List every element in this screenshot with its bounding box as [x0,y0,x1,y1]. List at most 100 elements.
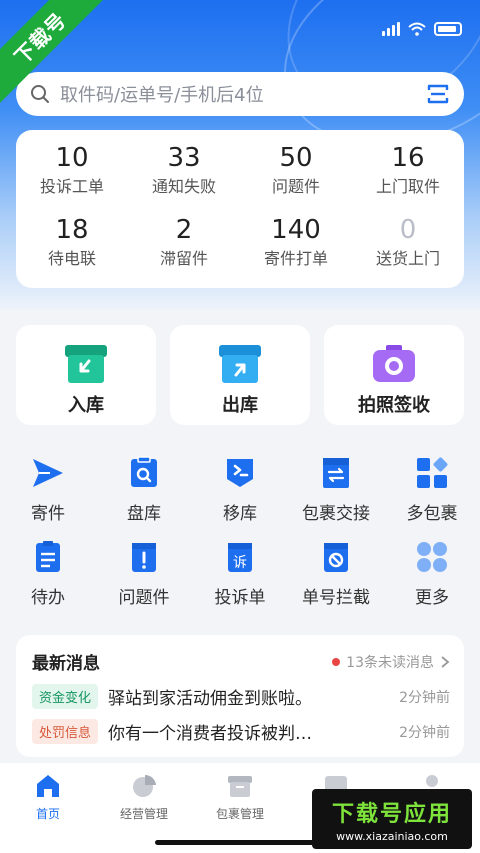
complaint-icon: 诉 [228,543,252,572]
tab-label: 包裹管理 [215,807,264,821]
function-grid: 寄件 盘库 移库 包裹交接 多包裹 待办 问题件 诉 投诉单 单号拦截 更多 [0,455,480,617]
grid-label: 投诉单 [214,588,266,608]
news-tag: 处罚信息 [32,719,99,744]
status-bar [382,22,462,36]
news-panel: 最新消息 13条未读消息 资金变化 驿站到家活动佣金到账啦。 2分钟前 处罚信息… [16,635,464,757]
stat-stranded[interactable]: 2 滞留件 [128,212,240,284]
news-tag: 资金变化 [32,684,99,709]
news-text: 你有一个消费者投诉被判… [108,724,313,744]
intercept-button[interactable]: 单号拦截 [288,539,384,617]
inbound-box-icon [65,345,107,383]
tab-label: 首页 [35,807,60,821]
grid-label: 单号拦截 [302,588,370,608]
outbound-button[interactable]: 出库 [170,325,310,425]
stat-label: 问题件 [271,177,320,196]
stat-value: 2 [175,215,193,245]
problem-parcel-button[interactable]: 问题件 [96,539,192,617]
stat-value: 10 [55,143,89,173]
stat-label: 上门取件 [375,177,440,196]
scan-icon[interactable] [426,82,450,106]
grid-label: 寄件 [31,504,65,524]
search-bar[interactable]: 取件码/运单号/手机后4位 [16,72,464,116]
signal-icon [382,22,400,36]
news-item[interactable]: 处罚信息 你有一个消费者投诉被判… 2分钟前 [32,719,450,744]
svg-text:诉: 诉 [233,555,247,571]
grid-label: 待办 [31,588,65,608]
intercept-icon [324,543,348,572]
unread-dot-icon [332,657,341,666]
complaint-button[interactable]: 诉 投诉单 [192,539,288,617]
stat-door-pickup[interactable]: 16 上门取件 [352,140,464,212]
watermark-logo: 下载号应用 www.xiazainiao.com [312,789,472,849]
primary-actions: 入库 出库 拍照签收 [16,325,464,425]
stat-label: 滞留件 [159,249,208,268]
home-icon [37,775,59,797]
grid-label: 移库 [223,504,257,524]
news-item[interactable]: 资金变化 驿站到家活动佣金到账啦。 2分钟前 [32,684,450,709]
stat-value: 0 [399,215,417,245]
stat-notify-failed[interactable]: 33 通知失败 [128,140,240,212]
more-button[interactable]: 更多 [384,539,480,617]
news-title: 最新消息 [32,654,100,674]
tab-home[interactable]: 首页 [0,773,96,853]
inventory-button[interactable]: 盘库 [96,455,192,539]
wifi-icon [408,22,426,36]
news-header: 最新消息 13条未读消息 [32,649,450,674]
unread-count: 13条未读消息 [346,654,434,671]
stat-label: 投诉工单 [39,177,104,196]
stat-complaint-orders[interactable]: 10 投诉工单 [16,140,128,212]
inventory-icon [131,456,157,487]
send-button[interactable]: 寄件 [0,455,96,539]
watermark-url: www.xiazainiao.com [336,829,448,843]
handover-button[interactable]: 包裹交接 [288,455,384,539]
stat-value: 33 [167,143,201,173]
stat-label: 寄件打单 [263,249,328,268]
move-icon [227,459,253,487]
handover-icon [323,458,349,488]
stat-value: 18 [55,215,89,245]
home-indicator [155,840,325,845]
package-icon [228,776,252,797]
inbound-label: 入库 [68,395,104,416]
search-input[interactable]: 取件码/运单号/手机后4位 [60,81,426,107]
photo-sign-label: 拍照签收 [358,395,430,416]
stat-pending-call[interactable]: 18 待电联 [16,212,128,284]
pie-chart-icon [133,774,156,797]
stat-value: 140 [271,215,321,245]
stats-panel: 10 投诉工单 33 通知失败 50 问题件 16 上门取件 18 待电联 2 滞留件 14… [16,130,464,288]
stat-label: 送货上门 [375,249,440,268]
unread-link[interactable]: 13条未读消息 [332,652,450,672]
grid-label: 问题件 [118,588,170,608]
stat-label: 通知失败 [151,177,216,196]
stat-label: 待电联 [47,249,96,268]
tab-label: 经营管理 [119,807,168,821]
stat-send-print[interactable]: 140 寄件打单 [240,212,352,284]
battery-icon [434,22,462,36]
watermark-title: 下载号应用 [331,801,452,827]
todo-icon [36,541,60,572]
news-time: 2分钟前 [399,724,450,741]
camera-icon [373,345,415,382]
move-stock-button[interactable]: 移库 [192,455,288,539]
stat-home-delivery[interactable]: 0 送货上门 [352,212,464,284]
outbound-label: 出库 [222,395,258,416]
news-time: 2分钟前 [399,689,450,706]
multi-package-button[interactable]: 多包裹 [384,455,480,539]
stat-value: 16 [391,143,425,173]
problem-icon [132,543,156,572]
chevron-right-icon [441,655,450,668]
grid-label: 盘库 [127,504,161,524]
news-text: 驿站到家活动佣金到账啦。 [108,689,313,709]
stat-problem-parcels[interactable]: 50 问题件 [240,140,352,212]
grid-label: 更多 [415,588,449,608]
outbound-box-icon [219,345,261,383]
grid-label: 多包裹 [406,504,458,524]
multi-package-icon [417,457,448,488]
photo-sign-button[interactable]: 拍照签收 [324,325,464,425]
todo-button[interactable]: 待办 [0,539,96,617]
grid-label: 包裹交接 [302,504,370,524]
search-icon [31,85,49,103]
send-icon [33,459,63,487]
more-icon [417,542,447,572]
inbound-button[interactable]: 入库 [16,325,156,425]
